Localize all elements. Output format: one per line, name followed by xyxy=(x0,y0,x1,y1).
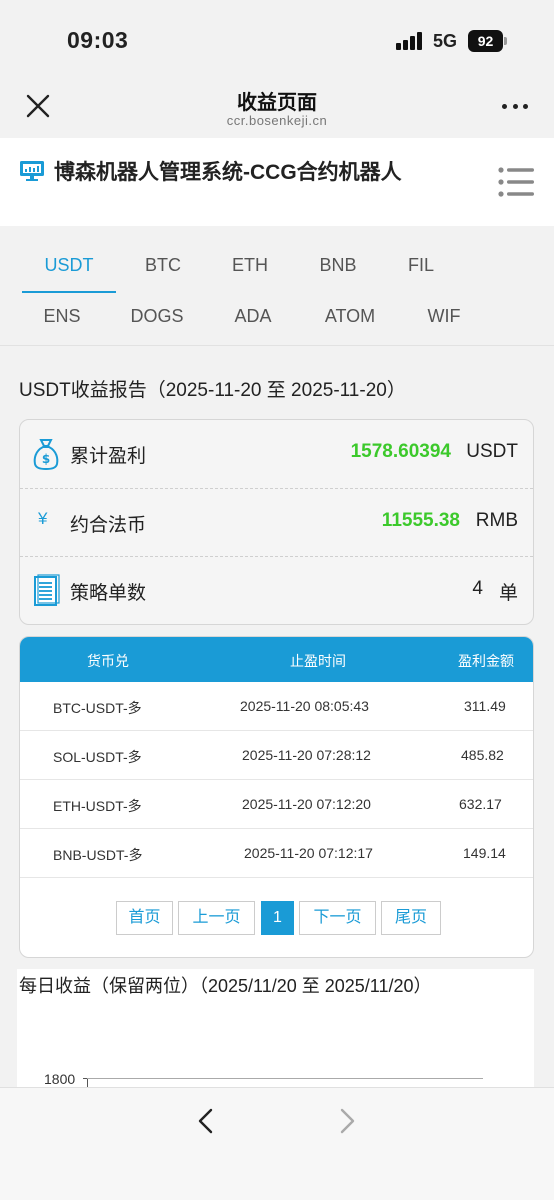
column-header-amount: 盈利金额 xyxy=(458,653,514,669)
column-header-pair: 货币兑 xyxy=(87,653,129,669)
table-row: ETH-USDT-多 2025-11-20 07:12:20 632.17 xyxy=(20,780,533,829)
total-profit-row: $ 累计盈利 1578.60394 USDT xyxy=(20,420,533,488)
total-profit-unit: USDT xyxy=(466,441,518,462)
cell-amount: 632.17 xyxy=(459,796,502,812)
daily-earnings-section: 每日收益（保留两位）（2025/11/20 至 2025/11/20） 1800 xyxy=(17,969,534,1087)
cell-amount: 311.49 xyxy=(464,698,506,714)
more-icon[interactable] xyxy=(502,104,528,110)
cell-pair: BTC-USDT-多 xyxy=(53,700,142,716)
cell-time: 2025-11-20 08:05:43 xyxy=(240,698,369,714)
tab-ada[interactable]: ADA xyxy=(206,306,300,327)
current-page-button[interactable]: 1 xyxy=(261,901,294,935)
gridline xyxy=(87,1078,483,1079)
document-icon xyxy=(34,574,60,606)
forward-arrow-icon[interactable] xyxy=(334,1106,360,1136)
strategy-count-value: 4 xyxy=(472,578,483,599)
active-tab-indicator xyxy=(22,291,116,293)
fiat-equivalent-row: ¥ 约合法币 11555.38 RMB xyxy=(20,488,533,556)
status-bar: 09:03 5G 92 xyxy=(0,0,554,72)
back-arrow-icon[interactable] xyxy=(193,1106,219,1136)
last-page-button[interactable]: 尾页 xyxy=(381,901,441,935)
strategy-count-row: 策略单数 4 单 xyxy=(20,556,533,624)
profit-table: 货币兑 止盈时间 盈利金额 BTC-USDT-多 2025-11-20 08:0… xyxy=(19,636,534,958)
column-header-time: 止盈时间 xyxy=(290,653,346,669)
cell-pair: SOL-USDT-多 xyxy=(53,749,142,765)
table-row: BTC-USDT-多 2025-11-20 08:05:43 311.49 xyxy=(20,682,533,731)
yen-icon: ¥ xyxy=(38,509,48,528)
fiat-equivalent-label: 约合法币 xyxy=(70,515,147,536)
money-bag-icon: $ xyxy=(33,439,59,471)
prev-page-button[interactable]: 上一页 xyxy=(178,901,255,935)
tab-usdt[interactable]: USDT xyxy=(22,255,116,276)
cell-amount: 149.14 xyxy=(463,845,506,861)
table-row: BNB-USDT-多 2025-11-20 07:12:17 149.14 xyxy=(20,829,533,878)
page-title: 收益页面 xyxy=(237,92,317,114)
fiat-equivalent-unit: RMB xyxy=(475,510,518,531)
svg-text:$: $ xyxy=(42,452,50,466)
y-axis-tick-label: 1800 xyxy=(44,1071,76,1087)
cell-amount: 485.82 xyxy=(461,747,504,763)
network-label: 5G xyxy=(433,31,458,51)
first-page-button[interactable]: 首页 xyxy=(116,901,173,935)
summary-card: $ 累计盈利 1578.60394 USDT ¥ 约合法币 11555.38 R… xyxy=(19,419,534,625)
battery-icon: 92 xyxy=(468,30,508,52)
strategy-count-label: 策略单数 xyxy=(70,583,147,604)
tab-bnb[interactable]: BNB xyxy=(291,255,385,276)
tab-dogs[interactable]: DOGS xyxy=(110,306,204,327)
app-header: 博森机器人管理系统-CCG合约机器人 xyxy=(0,138,554,226)
next-page-button[interactable]: 下一页 xyxy=(299,901,376,935)
app-title: 博森机器人管理系统-CCG合约机器人 xyxy=(54,161,402,184)
tab-btc[interactable]: BTC xyxy=(116,255,210,276)
page-url: ccr.bosenkeji.cn xyxy=(226,113,328,128)
strategy-count-unit: 单 xyxy=(498,583,518,604)
tab-atom[interactable]: ATOM xyxy=(303,306,397,327)
coin-tabs: USDT BTC ETH BNB FIL ENS DOGS ADA ATOM W… xyxy=(0,226,554,346)
tab-eth[interactable]: ETH xyxy=(203,255,297,276)
cell-time: 2025-11-20 07:12:17 xyxy=(244,845,373,861)
daily-earnings-title: 每日收益（保留两位）（2025/11/20 至 2025/11/20） xyxy=(19,976,432,996)
fiat-equivalent-value: 11555.38 xyxy=(381,510,460,531)
table-header: 货币兑 止盈时间 盈利金额 xyxy=(20,637,533,682)
tab-ens[interactable]: ENS xyxy=(15,306,109,327)
browser-bottom-bar xyxy=(0,1087,554,1200)
signal-icon xyxy=(396,32,426,50)
menu-icon[interactable] xyxy=(497,166,535,198)
total-profit-label: 累计盈利 xyxy=(70,446,147,467)
table-row: SOL-USDT-多 2025-11-20 07:28:12 485.82 xyxy=(20,731,533,780)
browser-nav-bar: 收益页面 ccr.bosenkeji.cn xyxy=(0,72,554,138)
report-title: USDT收益报告（2025-11-20 至 2025-11-20） xyxy=(19,380,406,401)
cell-time: 2025-11-20 07:28:12 xyxy=(242,747,371,763)
cell-time: 2025-11-20 07:12:20 xyxy=(242,796,371,812)
cell-pair: BNB-USDT-多 xyxy=(53,847,143,863)
pagination: 首页 上一页 1 下一页 尾页 xyxy=(20,901,533,935)
monitor-icon xyxy=(20,161,44,181)
battery-level: 92 xyxy=(468,30,503,52)
tab-fil[interactable]: FIL xyxy=(374,255,468,276)
status-time: 09:03 xyxy=(67,27,129,53)
cell-pair: ETH-USDT-多 xyxy=(53,798,142,814)
tab-wif[interactable]: WIF xyxy=(397,306,491,327)
y-axis-line xyxy=(87,1078,88,1087)
total-profit-value: 1578.60394 xyxy=(350,441,451,462)
